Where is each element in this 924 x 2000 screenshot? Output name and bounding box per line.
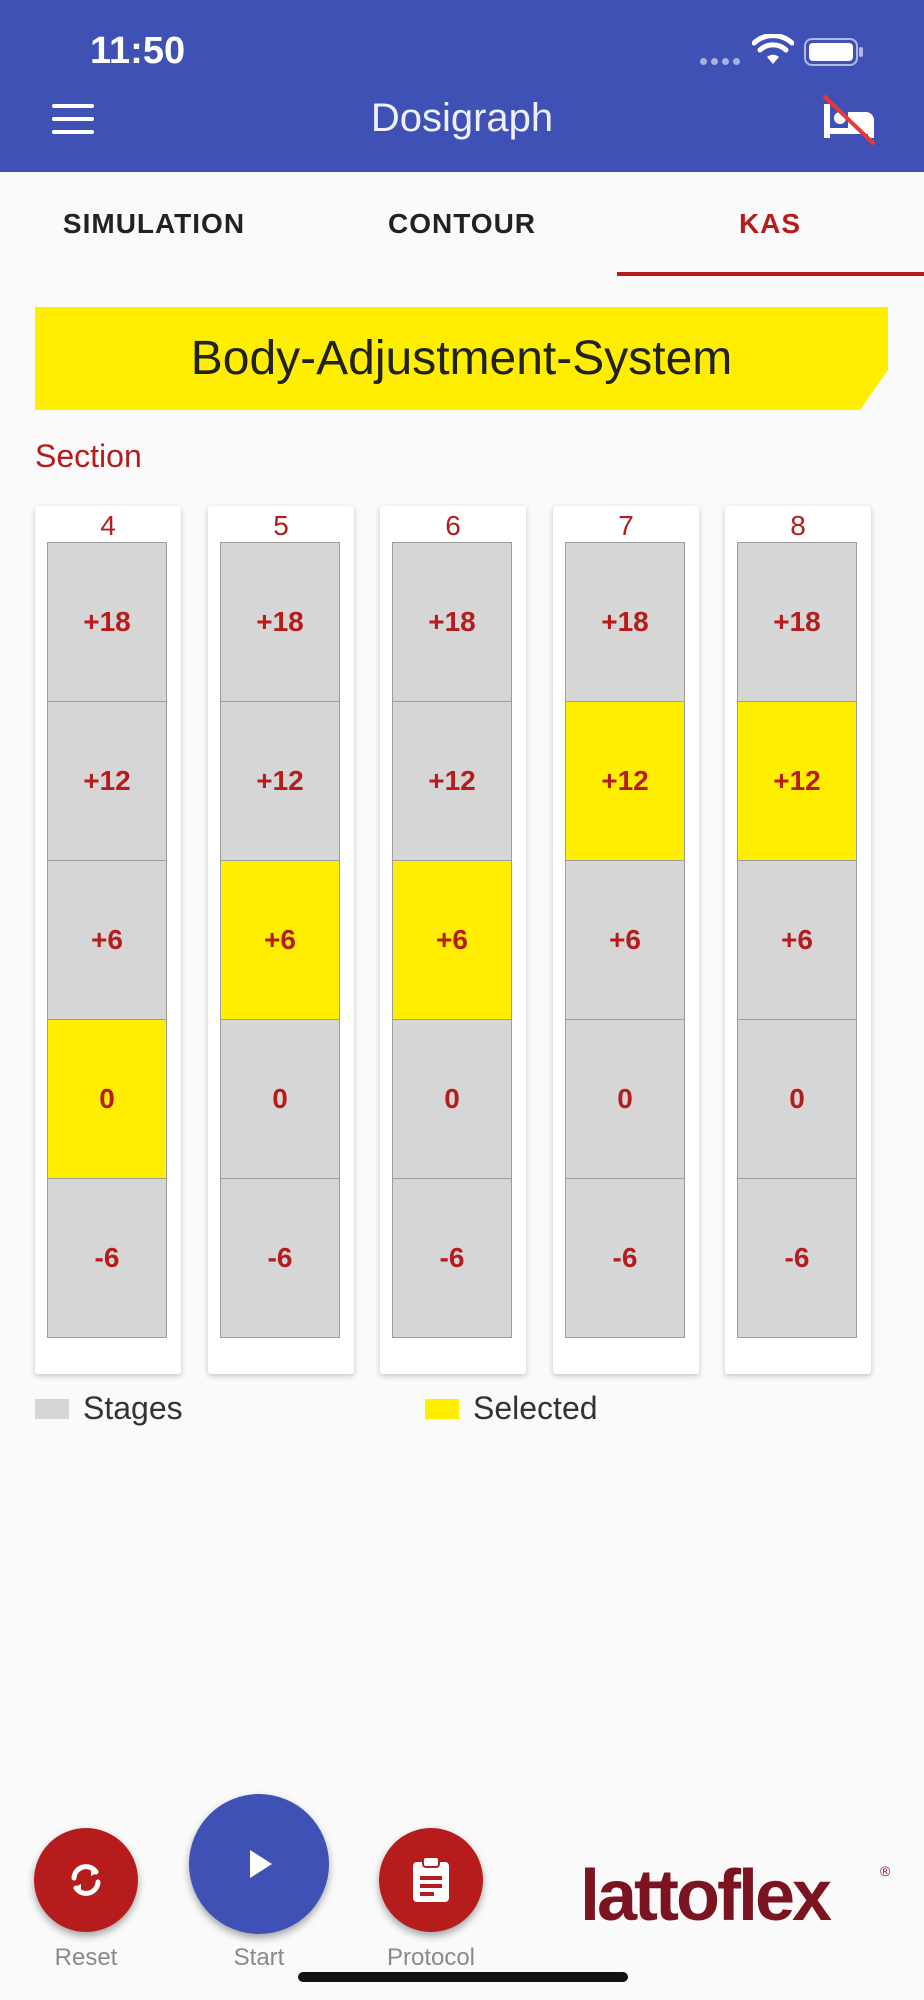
tab-simulation[interactable]: SIMULATION xyxy=(0,172,308,276)
home-indicator xyxy=(298,1972,628,1982)
stage-cell[interactable]: +6 xyxy=(47,860,167,1020)
stage-cell[interactable]: +12 xyxy=(47,701,167,861)
logo-registered: ® xyxy=(880,1863,891,1879)
stage-cell[interactable]: -6 xyxy=(737,1178,857,1338)
section-number: 4 xyxy=(100,510,116,541)
legend-stages-label: Stages xyxy=(83,1390,183,1426)
stage-cell[interactable]: -6 xyxy=(392,1178,512,1338)
tab-bar: SIMULATION CONTOUR KAS xyxy=(0,172,924,276)
section-column: 8 +18 +12 +6 0 -6 xyxy=(725,506,871,1374)
stage-cell[interactable]: +12 xyxy=(392,701,512,861)
legend-selected-label: Selected xyxy=(473,1390,598,1426)
wifi-icon xyxy=(752,34,794,64)
reset-label: Reset xyxy=(54,1944,118,1971)
battery-icon xyxy=(804,38,863,66)
section-column: 7 +18 +12 +6 0 -6 xyxy=(553,506,699,1374)
section-number: 5 xyxy=(273,510,289,541)
tab-kas[interactable]: KAS xyxy=(616,172,924,276)
start-button[interactable] xyxy=(189,1794,329,1934)
stage-cell[interactable]: 0 xyxy=(392,1019,512,1179)
stage-cell[interactable]: +18 xyxy=(220,542,340,702)
stage-cell[interactable]: +18 xyxy=(565,542,685,702)
stage-cell[interactable]: +18 xyxy=(47,542,167,702)
cellular-signal-icon xyxy=(700,52,744,70)
logo-text: lattoflex xyxy=(580,1858,832,1930)
section-number: 6 xyxy=(445,510,461,541)
stage-cell[interactable]: -6 xyxy=(220,1178,340,1338)
refresh-icon xyxy=(71,1864,101,1896)
stage-cell[interactable]: 0 xyxy=(737,1019,857,1179)
legend-selected: Selected xyxy=(425,1390,598,1427)
app-bar: 11:50 Dosigraph xyxy=(0,0,924,172)
stage-cell[interactable]: +12 xyxy=(220,701,340,861)
lattoflex-logo: lattoflex ® xyxy=(580,1858,891,1930)
tab-indicator xyxy=(617,272,924,276)
legend-selected-swatch xyxy=(425,1398,459,1419)
stage-cell[interactable]: 0 xyxy=(565,1019,685,1179)
stage-cell[interactable]: +6 xyxy=(737,860,857,1020)
stage-cell[interactable]: +18 xyxy=(392,542,512,702)
stage-cell[interactable]: +6 xyxy=(565,860,685,1020)
legend-stages-swatch xyxy=(35,1398,69,1419)
stage-cell[interactable]: 0 xyxy=(220,1019,340,1179)
stage-cell[interactable]: +12 xyxy=(737,701,857,861)
clipboard-icon xyxy=(413,1856,449,1902)
app-title: Dosigraph xyxy=(370,96,554,140)
stage-cell[interactable]: +12 xyxy=(565,701,685,861)
legend-stages: Stages xyxy=(35,1390,183,1427)
stage-cell[interactable]: +6 xyxy=(392,860,512,1020)
stage-cell[interactable]: +18 xyxy=(737,542,857,702)
section-label: Section xyxy=(35,438,142,474)
section-column: 6 +18 +12 +6 0 -6 xyxy=(380,506,526,1374)
protocol-label: Protocol xyxy=(386,1944,476,1971)
reset-button[interactable] xyxy=(34,1828,138,1932)
section-column: 5 +18 +12 +6 0 -6 xyxy=(208,506,354,1374)
stage-cell[interactable]: -6 xyxy=(47,1178,167,1338)
bed-off-icon[interactable] xyxy=(820,94,878,146)
section-number: 8 xyxy=(790,510,806,541)
section-column: 4 +18 +12 +6 0 -6 xyxy=(35,506,181,1374)
status-time: 11:50 xyxy=(90,30,186,72)
stage-cell[interactable]: +6 xyxy=(220,860,340,1020)
protocol-button[interactable] xyxy=(379,1828,483,1932)
tab-contour[interactable]: CONTOUR xyxy=(308,172,616,276)
play-icon xyxy=(250,1850,272,1878)
stage-cell[interactable]: -6 xyxy=(565,1178,685,1338)
section-number: 7 xyxy=(618,510,634,541)
banner-title: Body-Adjustment-System xyxy=(35,307,888,410)
start-label: Start xyxy=(233,1944,285,1971)
stage-cell[interactable]: 0 xyxy=(47,1019,167,1179)
